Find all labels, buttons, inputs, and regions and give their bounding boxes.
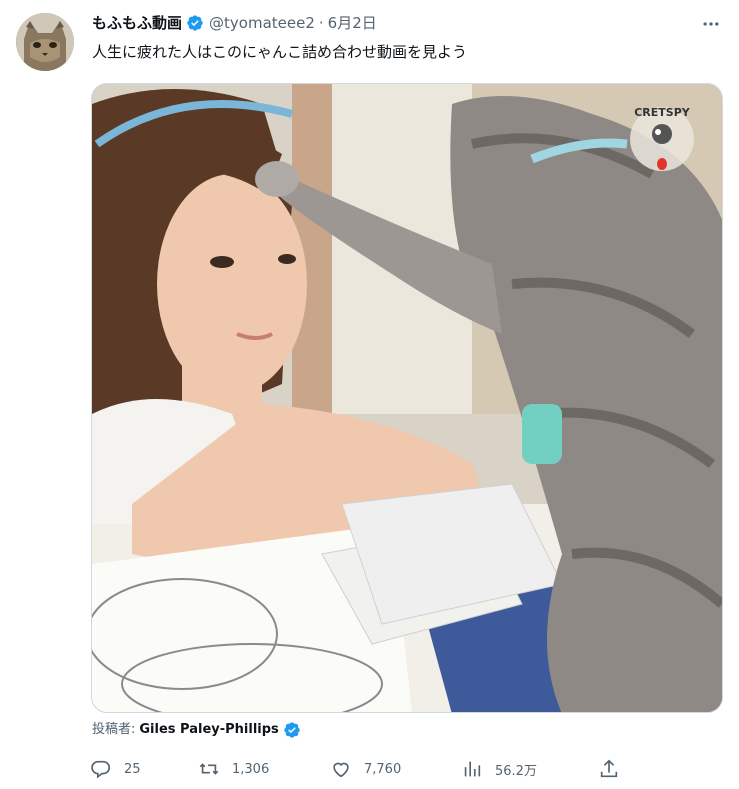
tweet-text: 人生に疲れた人はこのにゃんこ詰め合わせ動画を見よう [92,43,468,61]
retweet-icon [199,763,219,775]
avatar-cat-image [16,13,74,71]
reply-icon [91,760,111,779]
tweet-video[interactable]: CRETSPY [91,83,723,713]
watermark-text: CRETSPY [634,106,691,119]
share-button[interactable] [598,758,620,780]
views-button[interactable]: 56.2万 [461,758,537,780]
reply-count: 25 [124,761,141,777]
media-credit: 投稿者: Giles Paley-Phillips [92,721,301,739]
credit-author[interactable]: Giles Paley-Phillips [139,721,278,739]
author-name[interactable]: もふもふ動画 [92,13,182,33]
heart-icon [333,762,349,778]
more-options-icon[interactable] [699,14,723,34]
like-count: 7,760 [364,761,402,777]
retweet-count: 1,306 [232,761,270,777]
views-chart-icon [464,761,481,777]
reply-button[interactable]: 25 [90,758,141,780]
video-frame-image: CRETSPY [92,84,722,712]
author-handle[interactable]: @tyomateee2 [209,13,315,33]
action-bar: 25 1,306 7,760 56.2万 [90,758,630,782]
tweet-date[interactable]: 6月2日 [328,13,377,33]
credit-verified-badge-icon [284,722,300,738]
credit-prefix: 投稿者: [92,722,136,737]
like-button[interactable]: 7,760 [330,758,401,780]
views-count: 56.2万 [495,763,537,779]
more-dots-icon [703,22,719,26]
share-icon [600,759,618,778]
tweet-header: もふもふ動画 @tyomateee2 · 6月2日 [92,13,377,33]
avatar[interactable] [16,13,74,71]
verified-badge-icon [187,15,203,31]
retweet-button[interactable]: 1,306 [198,758,269,780]
header-separator: · [318,14,324,32]
